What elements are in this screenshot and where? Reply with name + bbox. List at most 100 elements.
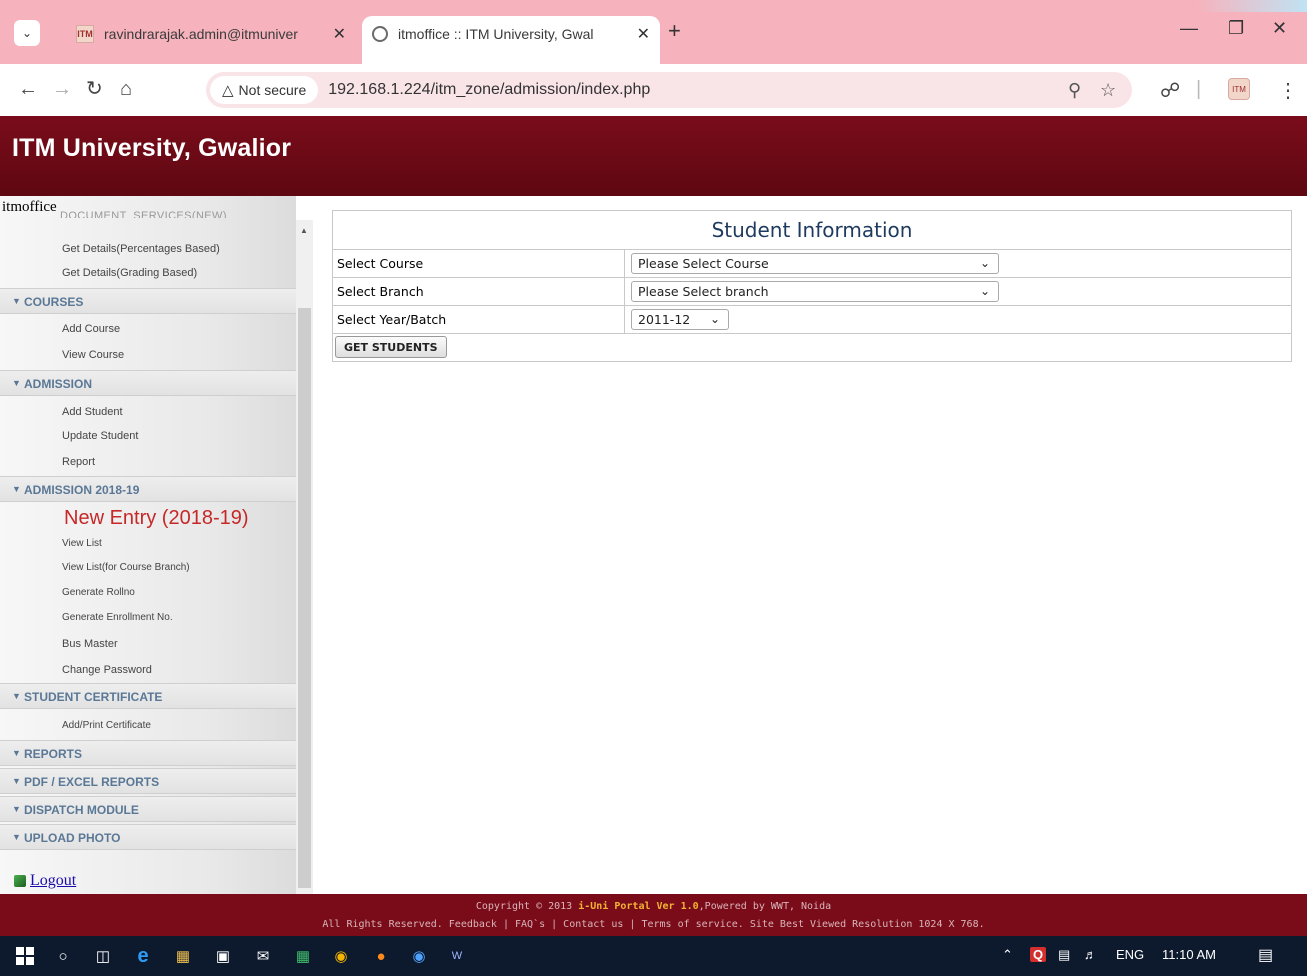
close-icon[interactable]: ✕ xyxy=(333,24,346,44)
sidebar-section-dispatch-module[interactable]: ▼ DISPATCH MODULE xyxy=(0,796,296,822)
chrome-icon[interactable]: ◉ xyxy=(330,945,352,967)
sidebar-item-update-student[interactable]: Update Student xyxy=(62,430,138,442)
sidebar-section-courses[interactable]: ▼ COURSES xyxy=(0,288,296,314)
sidebar-section-upload-photo[interactable]: ▼ UPLOAD PHOTO xyxy=(0,824,296,850)
home-icon[interactable]: ⌂ xyxy=(120,78,132,100)
site-title: ITM University, Gwalior xyxy=(12,134,292,162)
mail-icon[interactable]: ✉ xyxy=(252,945,274,967)
windows-taskbar: ○ ◫ e ▦ ▣ ✉ ▦ ◉ ● ◉ W ⌃ Q ▤ ♬ ENG 11:10 … xyxy=(0,936,1307,976)
tab-title: ravindrarajak.admin@itmuniver xyxy=(104,26,298,42)
tray-app-q-icon[interactable]: Q xyxy=(1030,947,1047,962)
scroll-up-arrow-icon[interactable]: ▲ xyxy=(300,226,308,235)
sidebar-item-new-entry[interactable]: New Entry (2018-19) xyxy=(64,507,249,530)
footer-copyright-prefix: Copyright © 2013 xyxy=(475,901,579,912)
section-title: ADMISSION 2018-19 xyxy=(24,483,140,497)
section-title: PDF / EXCEL REPORTS xyxy=(24,775,160,789)
search-circle-icon[interactable]: ○ xyxy=(52,945,74,967)
sidebar-section-admission-2018-19[interactable]: ▼ ADMISSION 2018-19 xyxy=(0,476,296,502)
tab-title: itmoffice :: ITM University, Gwal xyxy=(398,26,594,42)
sidebar-section-pdf-excel-reports[interactable]: ▼ PDF / EXCEL REPORTS xyxy=(0,768,296,794)
branch-select[interactable]: Please Select branch ⌄ xyxy=(631,281,999,302)
section-title: STUDENT CERTIFICATE xyxy=(24,690,163,704)
star-icon[interactable]: ☆ xyxy=(1100,80,1116,101)
sidebar-item-generate-rollno[interactable]: Generate Rollno xyxy=(62,587,135,598)
action-center-icon[interactable]: ▤ xyxy=(1258,945,1273,965)
year-batch-select[interactable]: 2011-12 ⌄ xyxy=(631,309,729,330)
sidebar-item-generate-enrollment[interactable]: Generate Enrollment No. xyxy=(62,612,173,623)
back-arrow-icon[interactable]: ← xyxy=(18,78,38,100)
tab-mail[interactable]: ITM ravindrarajak.admin@itmuniver ✕ xyxy=(66,16,356,52)
zoom-icon[interactable]: ⚲ xyxy=(1068,80,1081,101)
profile-avatar-icon[interactable]: ITM xyxy=(1228,78,1250,100)
triangle-down-icon: ▼ xyxy=(12,804,21,814)
close-window-button[interactable]: ✕ xyxy=(1272,18,1287,39)
sidebar-item-cut-off[interactable]: DOCUMENT_SERVICES(NEW) xyxy=(60,210,227,218)
branch-row: Select Branch Please Select branch ⌄ xyxy=(332,278,1292,306)
security-indicator[interactable]: △ Not secure xyxy=(210,76,319,104)
chevron-down-icon: ⌄ xyxy=(979,256,990,270)
footer-copyright-suffix: ,Powered by WWT, Noida xyxy=(698,901,832,912)
sidebar-item-bus-master[interactable]: Bus Master xyxy=(62,638,118,650)
chrome-active-icon[interactable]: ◉ xyxy=(408,945,430,967)
edge-browser-icon[interactable]: e xyxy=(132,945,154,967)
extensions-puzzle-icon[interactable]: ☍ xyxy=(1160,78,1180,103)
sidebar-item-add-print-certificate[interactable]: Add/Print Certificate xyxy=(62,720,151,731)
sidebar-section-reports[interactable]: ▼ REPORTS xyxy=(0,740,296,766)
get-students-button[interactable]: GET STUDENTS xyxy=(335,336,447,358)
sidebar-item-get-details-percentages[interactable]: Get Details(Percentages Based) xyxy=(62,243,220,255)
forward-arrow-icon[interactable]: → xyxy=(52,78,72,100)
sidebar-item-view-course[interactable]: View Course xyxy=(62,349,124,361)
new-tab-button[interactable]: + xyxy=(668,20,681,42)
sidebar-item-report[interactable]: Report xyxy=(62,456,95,468)
clock-time[interactable]: 11:10 AM xyxy=(1162,947,1216,962)
firefox-icon[interactable]: ● xyxy=(370,945,392,967)
triangle-down-icon: ▼ xyxy=(12,378,21,388)
tab-search-button[interactable]: ⌄ xyxy=(14,20,40,46)
minimize-button[interactable]: — xyxy=(1180,18,1198,39)
sidebar-item-change-password[interactable]: Change Password xyxy=(62,664,152,676)
triangle-down-icon: ▼ xyxy=(12,832,21,842)
sidebar-item-add-student[interactable]: Add Student xyxy=(62,406,123,418)
speaker-icon[interactable]: ♬ xyxy=(1084,947,1097,962)
sidebar-item-view-list-course-branch[interactable]: View List(for Course Branch) xyxy=(62,562,190,573)
course-select[interactable]: Please Select Course ⌄ xyxy=(631,253,999,274)
logout-link[interactable]: Logout xyxy=(14,872,76,890)
word-app-icon[interactable]: W xyxy=(446,945,468,967)
windows-start-icon[interactable] xyxy=(14,945,36,967)
year-batch-label: Select Year/Batch xyxy=(333,306,625,333)
sidebar-scrollbar[interactable]: ▲ ▼ xyxy=(296,220,313,914)
restore-icon: ❐ xyxy=(1228,18,1245,38)
submit-row: GET STUDENTS xyxy=(332,334,1292,362)
sidebar-section-student-certificate[interactable]: ▼ STUDENT CERTIFICATE xyxy=(0,683,296,709)
url-text: 192.168.1.224/itm_zone/admission/index.p… xyxy=(328,81,651,98)
logout-door-icon xyxy=(14,875,26,887)
sidebar-section-admission[interactable]: ▼ ADMISSION xyxy=(0,370,296,396)
section-title: ADMISSION xyxy=(24,377,93,391)
globe-icon xyxy=(372,26,388,42)
kebab-menu-icon[interactable]: ⋮ xyxy=(1278,78,1298,103)
site-header: ITM University, Gwalior xyxy=(0,116,1307,196)
desktop-corner-decoration xyxy=(1197,0,1307,12)
reload-icon[interactable]: ↻ xyxy=(86,78,103,100)
branch-label: Select Branch xyxy=(333,278,625,305)
close-icon[interactable]: ✕ xyxy=(637,24,650,44)
network-icon[interactable]: ▤ xyxy=(1058,947,1070,963)
triangle-down-icon: ▼ xyxy=(12,296,21,306)
sidebar-item-add-course[interactable]: Add Course xyxy=(62,323,120,335)
restore-button[interactable]: ❐ xyxy=(1228,18,1244,39)
section-title: COURSES xyxy=(24,295,84,309)
address-bar[interactable]: △ Not secure 192.168.1.224/itm_zone/admi… xyxy=(206,72,1132,108)
scrollbar-thumb[interactable] xyxy=(298,308,311,888)
tray-chevron-up-icon[interactable]: ⌃ xyxy=(1002,947,1013,963)
student-information-form: Student Information Select Course Please… xyxy=(332,210,1292,362)
spreadsheet-icon[interactable]: ▦ xyxy=(292,945,314,967)
user-label: itmoffice xyxy=(2,199,57,215)
sidebar-item-view-list[interactable]: View List xyxy=(62,538,102,549)
task-view-icon[interactable]: ◫ xyxy=(92,945,114,967)
file-explorer-icon[interactable]: ▦ xyxy=(172,945,194,967)
sidebar-item-get-details-grading[interactable]: Get Details(Grading Based) xyxy=(62,267,197,279)
store-bag-icon[interactable]: ▣ xyxy=(212,945,234,967)
language-indicator[interactable]: ENG xyxy=(1116,947,1144,962)
tab-itmoffice[interactable]: itmoffice :: ITM University, Gwal ✕ xyxy=(362,16,660,64)
chevron-down-icon: ⌄ xyxy=(21,26,33,40)
